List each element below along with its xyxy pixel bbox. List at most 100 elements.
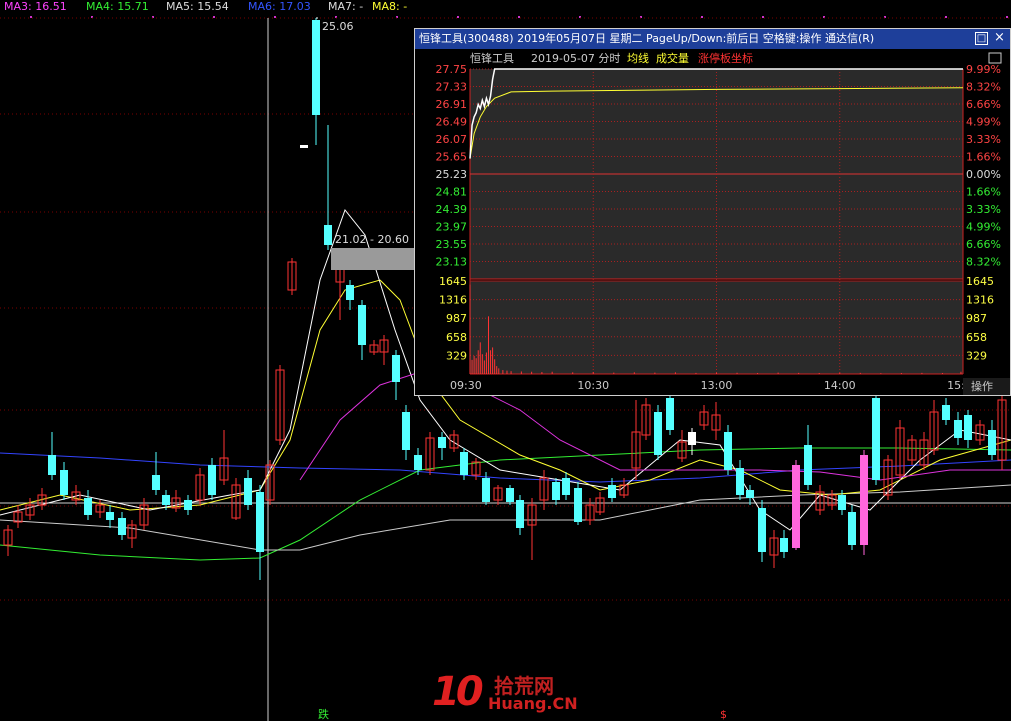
pct-tick: 1.66% (966, 151, 1001, 164)
marker-dot (518, 16, 520, 18)
candle-body (804, 445, 812, 485)
candle-body (244, 478, 252, 505)
volume-tick-right: 329 (966, 349, 987, 362)
volume-tick: 987 (446, 312, 467, 325)
header-volume: 成交量 (656, 51, 689, 65)
marker-dot (701, 16, 703, 18)
candle-body (184, 500, 192, 510)
candle-body (346, 285, 354, 300)
candle-body (506, 488, 514, 502)
intraday-chart[interactable]: 恒锋工具 2019-05-07 分时 均线 成交量 涨停板坐标 27.75 9.99% 27.… (415, 29, 1010, 395)
marker-dot (213, 16, 215, 18)
candle-body (838, 495, 846, 510)
ma5-line (0, 484, 1011, 551)
price-tick: 24.39 (436, 203, 468, 216)
candle-body (654, 412, 662, 455)
volume-tick: 658 (446, 331, 467, 344)
bottom-mark-right: $ (720, 708, 727, 721)
pct-tick: 6.66% (966, 98, 1001, 111)
bottom-mark-left: 跌 (318, 707, 329, 721)
marker-dot (457, 16, 459, 18)
time-tick: 13:00 (701, 379, 733, 392)
price-tick: 26.07 (436, 133, 468, 146)
pct-tick: 8.32% (966, 256, 1001, 269)
candle-body (574, 488, 582, 522)
candle-body (724, 432, 732, 470)
candle-body (780, 538, 788, 552)
header-limit: 涨停板坐标 (698, 51, 753, 65)
candle-body (162, 495, 170, 505)
ma4-line (0, 447, 1011, 561)
time-tick: 14:00 (824, 379, 856, 392)
candle-body (482, 478, 490, 502)
ma5-label: MA5: 15.54 (166, 0, 229, 13)
candle-body (438, 437, 446, 448)
candle-body (608, 485, 616, 498)
marker-dot (762, 16, 764, 18)
ma6-label: MA6: 17.03 (248, 0, 311, 13)
watermark-text-en: Huang.CN (488, 694, 578, 713)
candle-body (106, 512, 114, 520)
candle-body (60, 470, 68, 495)
candle-body (552, 482, 560, 500)
candle-body (848, 512, 856, 545)
candle-body (300, 145, 308, 148)
candle-body (516, 500, 524, 528)
intraday-popup[interactable]: 恒锋工具(300488) 2019年05月07日 星期二 PageUp/Down… (414, 28, 1011, 396)
volume-tick-right: 1645 (966, 275, 994, 288)
pct-tick: 3.33% (966, 133, 1001, 146)
volume-tick-right: 987 (966, 312, 987, 325)
price-tick: 26.91 (436, 98, 468, 111)
watermark-logo-icon: 10 (432, 669, 484, 715)
pct-tick: 0.00% (966, 168, 1001, 181)
candle-body (208, 465, 216, 495)
candle-body (988, 430, 996, 455)
candle-body (746, 490, 754, 498)
time-tick: 10:30 (577, 379, 609, 392)
candle-body (312, 20, 320, 115)
time-tick: 09:30 (450, 379, 482, 392)
candle-body (964, 415, 972, 440)
ma8-label: MA8: - (372, 0, 408, 13)
candle-body (792, 465, 800, 548)
header-stock: 恒锋工具 (470, 52, 514, 65)
price-tick: 25.65 (436, 151, 468, 164)
range-label: 21.02 - 20.60 (335, 233, 409, 246)
candle-body (688, 432, 696, 445)
volume-tick: 1316 (439, 294, 467, 307)
candle-body (460, 452, 468, 475)
watermark: 10 拾荒网 Huang.CN (432, 668, 578, 718)
pct-tick: 4.99% (966, 116, 1001, 129)
ma7-label: MA7: - (328, 0, 364, 13)
candle-body (402, 412, 410, 450)
marker-dot (945, 16, 947, 18)
price-tick: 23.97 (436, 221, 468, 234)
price-tick: 26.49 (436, 116, 468, 129)
ma4-label: MA4: 15.71 (86, 0, 149, 13)
marker-dot (274, 16, 276, 18)
candle-body (758, 508, 766, 552)
price-tick: 24.81 (436, 186, 468, 199)
pct-tick: 1.66% (966, 186, 1001, 199)
price-tick: 27.75 (436, 63, 468, 76)
candle-body (256, 492, 264, 552)
candle-body (392, 355, 400, 382)
pct-tick: 3.33% (966, 203, 1001, 216)
pct-tick: 4.99% (966, 221, 1001, 234)
price-tick: 23.13 (436, 256, 468, 269)
volume-tick: 329 (446, 349, 467, 362)
volume-tick-right: 1316 (966, 294, 994, 307)
candle-body (666, 398, 674, 430)
pct-tick: 8.32% (966, 81, 1001, 94)
candle-body (118, 518, 126, 535)
candle-body (562, 478, 570, 495)
price-tick: 27.33 (436, 81, 468, 94)
pct-tick: 6.66% (966, 238, 1001, 251)
marker-dot (1006, 16, 1008, 18)
price-tick: 25.23 (436, 168, 468, 181)
candle-body (872, 398, 880, 480)
ma3-label: MA3: 16.51 (4, 0, 67, 13)
volume-tick: 1645 (439, 275, 467, 288)
candle-body (324, 225, 332, 245)
header-icon (988, 52, 1002, 64)
